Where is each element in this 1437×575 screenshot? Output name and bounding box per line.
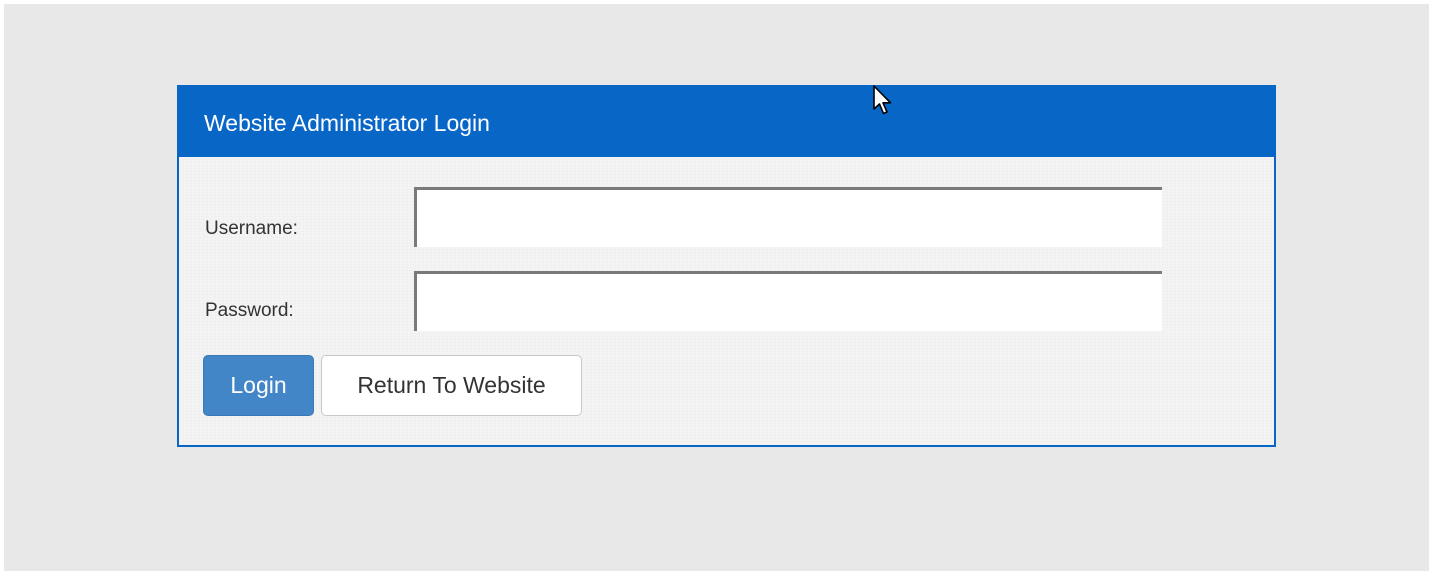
login-panel-header: Website Administrator Login bbox=[179, 87, 1274, 157]
password-input[interactable] bbox=[414, 271, 1162, 331]
mouse-pointer-icon bbox=[873, 85, 892, 115]
page-background: Website Administrator Login Username: Pa… bbox=[4, 4, 1429, 571]
login-panel: Website Administrator Login Username: Pa… bbox=[177, 85, 1276, 447]
password-label: Password: bbox=[205, 300, 294, 321]
login-button[interactable]: Login bbox=[203, 355, 314, 416]
username-input[interactable] bbox=[414, 187, 1162, 247]
panel-title: Website Administrator Login bbox=[204, 110, 490, 136]
username-label: Username: bbox=[205, 218, 298, 239]
return-to-website-button[interactable]: Return To Website bbox=[321, 355, 582, 416]
